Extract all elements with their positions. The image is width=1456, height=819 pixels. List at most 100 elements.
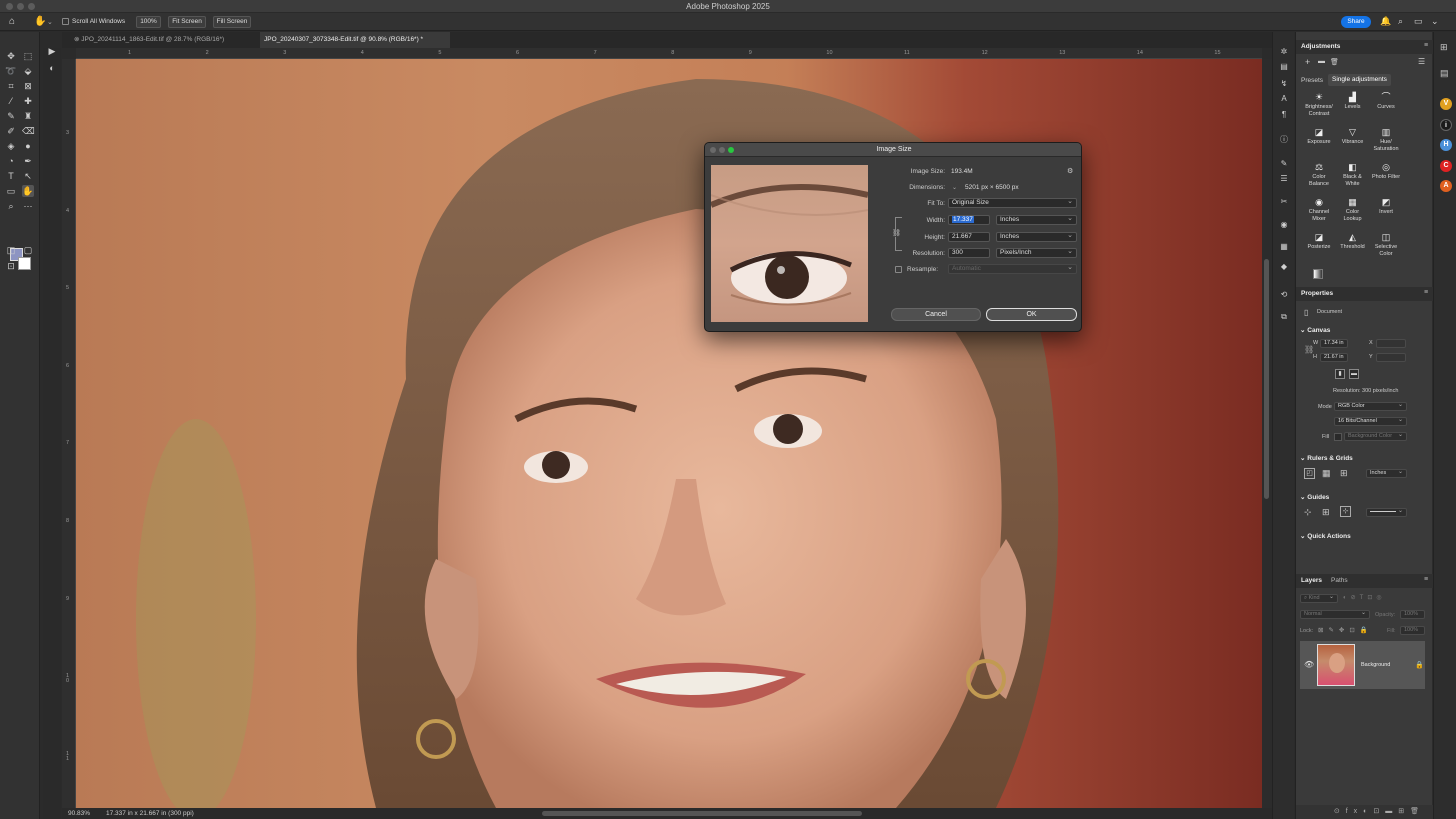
layer-row-background[interactable]: 👁 Background 🔒 [1300, 641, 1425, 689]
canvas-x-field[interactable] [1376, 339, 1406, 348]
resolution-unit-dropdown[interactable]: Pixels/Inch [996, 248, 1077, 258]
adjustment-hue[interactable]: ▥ Hue/ Saturation [1369, 127, 1403, 153]
quick-mask-icon[interactable]: ◫ [5, 244, 17, 256]
adjustments-title[interactable]: Adjustments [1301, 43, 1340, 50]
adjustment-photo-filter[interactable]: ◎ Photo Filter [1369, 162, 1403, 181]
type-tool-icon[interactable]: T [5, 170, 17, 182]
tab-document-2[interactable]: JPO_20240307_3073348-Edit.tif @ 90.8% (R… [260, 32, 450, 48]
table-icon[interactable]: ▦ [1279, 242, 1289, 252]
hand-tool-icon[interactable]: ✋ [34, 16, 46, 27]
link-icon[interactable]: ⛓ [1304, 345, 1314, 354]
search-icon[interactable]: ⌕ [1398, 16, 1403, 27]
adjustment-threshold[interactable]: ◭ Threshold [1336, 232, 1370, 251]
tab-presets[interactable]: Presets [1301, 77, 1323, 84]
resolution-field[interactable]: 300 [948, 248, 990, 258]
new-guide-icon[interactable]: ⊞ [1322, 507, 1330, 518]
adjustment-sun[interactable]: ☀ Brightness/ Contrast [1302, 92, 1336, 118]
panel-menu-icon[interactable]: ≡ [1424, 289, 1428, 296]
height-field[interactable]: 21.667 [948, 232, 990, 242]
tools-icon[interactable]: ✂ [1279, 197, 1289, 207]
adjustment-bw[interactable]: ◧ Black & White [1336, 162, 1370, 188]
guides-section[interactable]: ⌄ Guides [1300, 493, 1329, 501]
adjustment-exposure[interactable]: ◪ Exposure [1302, 127, 1336, 146]
levels-panel-icon[interactable]: ▤ [1279, 62, 1289, 72]
brush-settings-icon[interactable]: ✎ [1279, 159, 1289, 169]
grid-toggle-icon[interactable]: ▦ [1322, 468, 1331, 479]
close-window-button[interactable] [6, 3, 13, 10]
maximize-window-button[interactable] [28, 3, 35, 10]
hand-tool-icon[interactable]: ✋ [22, 185, 34, 197]
plugin-a-icon[interactable]: A [1440, 180, 1452, 192]
discover-icon[interactable]: ⊞ [1440, 42, 1448, 53]
play-icon[interactable]: ▶ [46, 45, 58, 57]
zoom-level[interactable]: 90.83% [68, 808, 90, 819]
adjustment-posterize[interactable]: ◪ Posterize [1302, 232, 1336, 251]
guide-layout-icon[interactable]: ⊹ [1304, 507, 1312, 518]
zoom-tool-icon[interactable]: ⌕ [5, 200, 17, 212]
curves-panel-icon[interactable]: ↯ [1279, 79, 1289, 89]
minimize-window-button[interactable] [17, 3, 24, 10]
width-field[interactable]: 17.337 [948, 215, 990, 225]
quick-actions-section[interactable]: ⌄ Quick Actions [1300, 532, 1351, 540]
adjustment-selective[interactable]: ◫ Selective Color [1369, 232, 1403, 258]
lasso-tool-icon[interactable]: ➰ [5, 65, 17, 77]
history-brush-icon[interactable]: ✐ [5, 125, 17, 137]
resample-checkbox[interactable] [895, 266, 902, 273]
properties-title[interactable]: Properties [1301, 290, 1333, 297]
object-select-icon[interactable]: ⬙ [22, 65, 34, 77]
ruler-toggle-icon[interactable]: ◰ [1304, 468, 1315, 479]
landscape-orientation-icon[interactable]: ▬ [1349, 369, 1359, 379]
3d-icon[interactable]: ◉ [1279, 220, 1289, 230]
home-icon[interactable]: ⌂ [9, 16, 21, 27]
character-icon[interactable]: A [1279, 94, 1289, 104]
fill-swatch[interactable] [1334, 433, 1342, 441]
add-icon[interactable]: + [1305, 57, 1310, 67]
opacity-field[interactable]: 100% [1400, 610, 1425, 619]
layer-kind-filter[interactable]: ⌕ Kind [1300, 594, 1338, 603]
lock-icon[interactable]: 🔒 [1415, 661, 1424, 669]
bell-icon[interactable]: 🔔 [1380, 16, 1391, 27]
chat-icon[interactable]: ▤ [1440, 68, 1449, 79]
paragraph-icon[interactable]: ¶ [1279, 110, 1289, 120]
cancel-button[interactable]: Cancel [891, 308, 981, 321]
canvas-width-field[interactable]: 17.34 in [1320, 339, 1348, 348]
ok-button[interactable]: OK [986, 308, 1077, 321]
tab-layers[interactable]: Layers [1301, 577, 1322, 584]
adjustment-lookup[interactable]: ▦ Color Lookup [1336, 197, 1370, 223]
fit-screen-button[interactable]: Fit Screen [168, 16, 206, 28]
portrait-orientation-icon[interactable]: ▮ [1335, 369, 1345, 379]
dialog-close-button[interactable] [710, 147, 716, 153]
sliders-icon[interactable]: ☰ [1279, 174, 1289, 184]
adjustment-vibrance[interactable]: ▽ Vibrance [1336, 127, 1370, 146]
pen-tool-icon[interactable]: ✒ [22, 155, 34, 167]
pixel-grid-icon[interactable]: ⊞ [1340, 468, 1348, 479]
chevron-down-icon[interactable]: ⌄ [952, 184, 957, 191]
dialog-minimize-button[interactable] [719, 147, 725, 153]
width-unit-dropdown[interactable]: Inches [996, 215, 1077, 225]
fit-to-dropdown[interactable]: Original Size [948, 198, 1077, 208]
rulers-grids-section[interactable]: ⌄ Rulers & Grids [1300, 454, 1353, 462]
plugin-v-icon[interactable]: V [1440, 98, 1452, 110]
adjustment-balance[interactable]: ⚖ Color Balance [1302, 162, 1336, 188]
healing-brush-icon[interactable]: ✚ [22, 95, 34, 107]
fill-field[interactable]: 100% [1400, 626, 1425, 635]
canvas-section[interactable]: ⌄ Canvas [1300, 326, 1330, 334]
document-info[interactable]: 17.337 in x 21.667 in (300 ppi) [106, 808, 194, 819]
plugin-c-icon[interactable]: C [1440, 160, 1452, 172]
panel-menu-icon[interactable]: ≡ [1424, 576, 1428, 583]
plugin-i-icon[interactable]: i [1440, 119, 1452, 131]
adjustment-levels[interactable]: ▟ Levels [1336, 92, 1370, 111]
layers-footer-icons[interactable]: ⊙fx◐⊡▬⊞🗑 [1296, 805, 1433, 819]
chevron-down-icon[interactable]: ⌄ [1431, 16, 1439, 27]
dialog-maximize-button[interactable] [728, 147, 734, 153]
trash-icon[interactable]: 🗑 [1330, 58, 1339, 66]
history-icon[interactable]: ⟲ [1279, 290, 1289, 300]
canvas-y-field[interactable] [1376, 353, 1406, 362]
background-color-swatch[interactable] [18, 257, 31, 270]
workspace-icon[interactable]: ▭ [1414, 16, 1423, 27]
folder-icon[interactable]: ▬ [1318, 58, 1325, 65]
fill-dropdown[interactable]: Background Color [1344, 432, 1407, 441]
height-unit-dropdown[interactable]: Inches [996, 232, 1077, 242]
swatches-icon[interactable]: ◐ [46, 62, 58, 74]
image-preview[interactable] [711, 165, 868, 322]
